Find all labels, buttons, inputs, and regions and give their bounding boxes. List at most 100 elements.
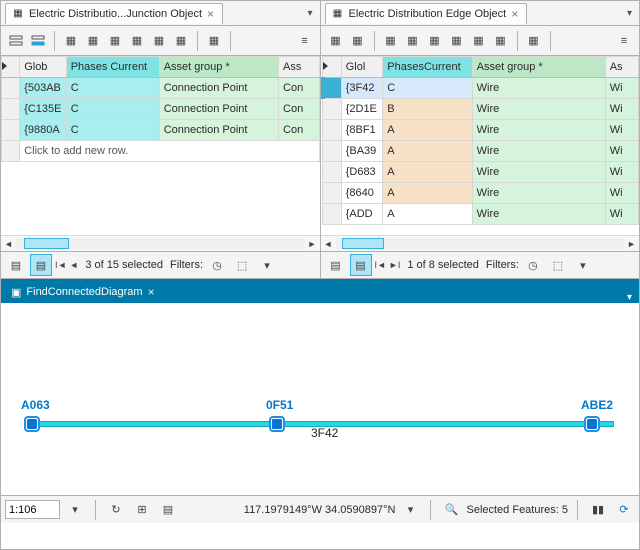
cell[interactable]: Wire	[472, 162, 605, 183]
filter-funnel-icon[interactable]: ▾	[256, 254, 278, 276]
cell[interactable]: {9880A	[20, 120, 67, 141]
hscroll-right[interactable]: ◄ ►	[321, 235, 640, 251]
cell[interactable]: Wire	[472, 204, 605, 225]
pause-icon[interactable]: ▮▮	[587, 499, 609, 521]
first-icon[interactable]: I◄	[55, 260, 66, 270]
col-ass[interactable]: Ass	[279, 57, 319, 78]
menu-icon[interactable]: ≡	[613, 30, 635, 52]
col-asset-group[interactable]: Asset group *	[159, 57, 278, 78]
cell[interactable]: Connection Point	[159, 99, 278, 120]
table-row[interactable]: {503ABCConnection PointCon	[2, 78, 320, 99]
cell[interactable]: A	[383, 141, 472, 162]
view-all-icon[interactable]: ▤	[325, 254, 347, 276]
field-tool-icon[interactable]	[5, 30, 27, 52]
basemap-icon[interactable]: ▤	[157, 499, 179, 521]
cell[interactable]: Wire	[472, 141, 605, 162]
scroll-left-icon[interactable]: ◄	[321, 236, 336, 251]
tab-diagram[interactable]: ▣ FindConnectedDiagram ×	[5, 281, 164, 303]
cell[interactable]: {503AB	[20, 78, 67, 99]
cell[interactable]: Wi	[605, 78, 638, 99]
cell[interactable]: B	[383, 99, 472, 120]
tabstrip-dropdown-icon[interactable]: ▾	[624, 292, 635, 303]
tab-edge[interactable]: ▦ Electric Distribution Edge Object ×	[325, 3, 528, 24]
refresh-icon[interactable]: ⟳	[613, 499, 635, 521]
row-header[interactable]	[323, 78, 342, 99]
table-row[interactable]: {C135ECConnection PointCon	[2, 99, 320, 120]
snap-icon[interactable]: ⊞	[131, 499, 153, 521]
cell[interactable]: {8BF1	[341, 120, 383, 141]
close-icon[interactable]: ×	[207, 8, 214, 20]
view-all-icon[interactable]: ▤	[5, 254, 27, 276]
prev-icon[interactable]: ◄	[69, 260, 78, 270]
row-header[interactable]	[323, 141, 342, 162]
cell[interactable]: Wi	[605, 183, 638, 204]
table-row[interactable]: {2D1EBWireWi	[323, 99, 639, 120]
select-tool-icon[interactable]: ▦	[126, 30, 148, 52]
clear-tool-icon[interactable]: ▦	[148, 30, 170, 52]
col-ass[interactable]: As	[605, 57, 638, 78]
diagram-node[interactable]	[586, 418, 598, 430]
copy-tool-icon[interactable]: ▦	[104, 30, 126, 52]
cell[interactable]: Con	[279, 99, 319, 120]
view-selected-icon[interactable]: ▤	[350, 254, 372, 276]
delete-tool-icon[interactable]: ▦	[82, 30, 104, 52]
new-row-placeholder[interactable]: Click to add new row.	[2, 141, 320, 162]
table-row[interactable]: {BA39AWireWi	[323, 141, 639, 162]
scale-input[interactable]	[5, 500, 60, 519]
table-row[interactable]: {8BF1AWireWi	[323, 120, 639, 141]
zoom-selected-icon[interactable]: 🔍	[440, 499, 462, 521]
field-tool2-icon[interactable]: ▦	[347, 30, 369, 52]
cell[interactable]: Connection Point	[159, 120, 278, 141]
diagram-node[interactable]	[26, 418, 38, 430]
rotate-icon[interactable]: ↻	[105, 499, 127, 521]
filter-time-icon[interactable]: ◷	[206, 254, 228, 276]
zoom-tool-icon[interactable]: ▦	[170, 30, 192, 52]
tab-junction[interactable]: ▦ Electric Distributio...Junction Object…	[5, 3, 223, 24]
coords-dropdown-icon[interactable]: ▾	[399, 499, 421, 521]
cell[interactable]: Wi	[605, 204, 638, 225]
copy-tool-icon[interactable]: ▦	[424, 30, 446, 52]
table-row[interactable]: {9880ACConnection PointCon	[2, 120, 320, 141]
cell[interactable]: {3F42	[341, 78, 383, 99]
cell[interactable]: Wi	[605, 141, 638, 162]
selection-tool-icon[interactable]: ▦	[523, 30, 545, 52]
row-header[interactable]	[323, 183, 342, 204]
cell[interactable]: C	[66, 78, 159, 99]
cell[interactable]: A	[383, 162, 472, 183]
corner-cell[interactable]	[323, 57, 342, 78]
row-header[interactable]	[323, 99, 342, 120]
cell[interactable]: {8640	[341, 183, 383, 204]
table-row[interactable]: {8640AWireWi	[323, 183, 639, 204]
filter-time-icon[interactable]: ◷	[522, 254, 544, 276]
cell[interactable]: {D683	[341, 162, 383, 183]
cell[interactable]: Wi	[605, 120, 638, 141]
row-header[interactable]	[2, 99, 20, 120]
diagram-node[interactable]	[271, 418, 283, 430]
close-icon[interactable]: ×	[148, 285, 155, 299]
col-glob[interactable]: Glob	[20, 57, 67, 78]
cell[interactable]: C	[66, 120, 159, 141]
select-tool-icon[interactable]: ▦	[446, 30, 468, 52]
col-glob[interactable]: Glol	[341, 57, 383, 78]
cell[interactable]: A	[383, 120, 472, 141]
table-row[interactable]: {ADDAWireWi	[323, 204, 639, 225]
cell[interactable]: C	[66, 99, 159, 120]
row-header[interactable]	[2, 78, 20, 99]
cell[interactable]: Con	[279, 78, 319, 99]
field-tool-icon[interactable]: ▦	[325, 30, 347, 52]
selection-tool-icon[interactable]: ▦	[203, 30, 225, 52]
cell[interactable]: {BA39	[341, 141, 383, 162]
tabstrip-dropdown-icon[interactable]: ▾	[304, 8, 315, 19]
cell[interactable]: A	[383, 204, 472, 225]
next-icon[interactable]: ►I	[389, 260, 400, 270]
scroll-right-icon[interactable]: ►	[305, 236, 320, 251]
filter-extent-icon[interactable]: ⬚	[231, 254, 253, 276]
cell[interactable]: Wire	[472, 183, 605, 204]
delete-tool-icon[interactable]: ▦	[402, 30, 424, 52]
cell[interactable]: Con	[279, 120, 319, 141]
menu-icon[interactable]: ≡	[294, 30, 316, 52]
cell[interactable]: {2D1E	[341, 99, 383, 120]
cell[interactable]: Wire	[472, 120, 605, 141]
cell[interactable]: Wire	[472, 78, 605, 99]
row-header[interactable]	[323, 204, 342, 225]
